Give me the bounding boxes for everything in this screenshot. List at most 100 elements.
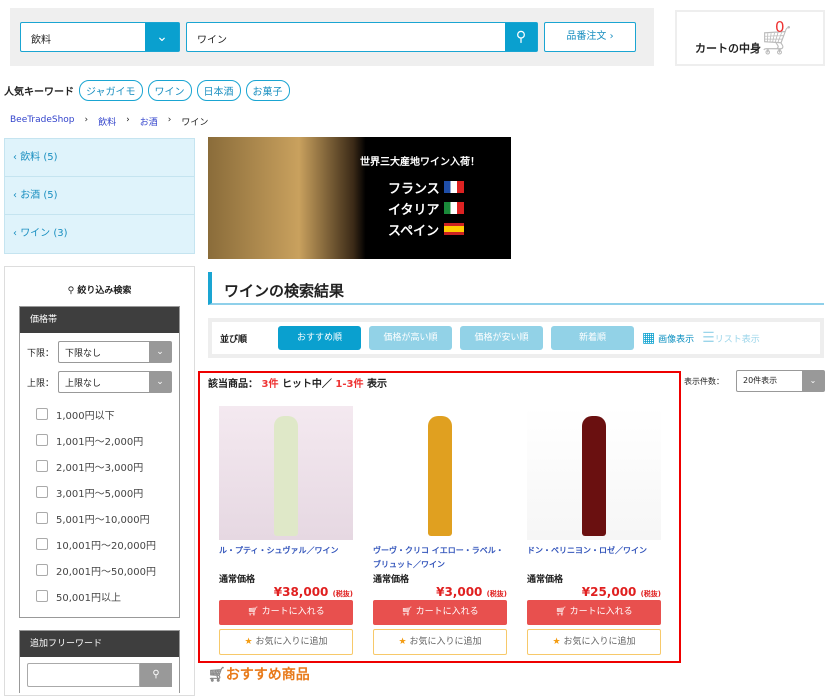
per-page-label: 表示件数：	[684, 377, 724, 386]
cart-label: カートの中身	[695, 42, 761, 55]
checkbox	[36, 538, 48, 550]
product-price: ¥25,000 (税抜)	[581, 585, 661, 599]
free-word-search-button[interactable]: ⚲	[140, 663, 172, 687]
checkbox	[36, 512, 48, 524]
product-image[interactable]	[219, 406, 353, 540]
breadcrumb-link[interactable]: BeeTradeShop	[10, 115, 75, 128]
chevron-down-icon: ⌄	[149, 372, 171, 392]
product-name[interactable]: ル・プティ・シュヴァル／ワイン	[219, 544, 353, 572]
product-name[interactable]: ヴーヴ・クリコ イエロー・ラベル・ブリュット／ワイン	[373, 544, 507, 572]
search-icon: ⚲	[67, 286, 75, 296]
sort-bar: 並び順 おすすめ順 価格が高い順 価格が安い順 新着順 ▦ 画像表示 ☰リスト表…	[208, 318, 824, 358]
keyword-pill[interactable]: ジャガイモ	[79, 80, 143, 101]
sort-price-high[interactable]: 価格が高い順	[369, 326, 452, 350]
keyword-pill[interactable]: 日本酒	[196, 80, 241, 101]
list-icon: ☰	[702, 330, 715, 346]
checkbox	[36, 460, 48, 472]
category-nav-item[interactable]: ‹ ワイン (3)	[5, 215, 194, 253]
result-count: 該当商品： 3件 ヒット中／ 1-3件 表示	[208, 379, 387, 390]
recommend-heading: 🛒︎おすすめ商品	[208, 667, 310, 683]
checkbox	[36, 486, 48, 498]
price-range-checkbox[interactable]: 3,001円～5,000円	[20, 479, 179, 505]
page-title: ワインの検索結果	[208, 272, 824, 305]
filter-panel: ⚲ 絞り込み検索 価格帯 下限： 下限なし ⌄ 上限： 上限なし ⌄ 1,000円以下 1…	[4, 266, 195, 696]
price-label: 通常価格	[219, 575, 256, 585]
checkbox	[36, 564, 48, 576]
product-price: ¥38,000 (税抜)	[273, 585, 353, 599]
breadcrumb: BeeTradeShop › 飲料 › お酒 › ワイン	[10, 115, 209, 128]
price-header: 価格帯	[20, 307, 179, 333]
flag-spain-icon	[443, 223, 464, 235]
price-range-checkbox[interactable]: 2,001円～3,000円	[20, 453, 179, 479]
star-icon: ★	[244, 637, 253, 647]
cart-count: 0	[775, 18, 785, 36]
breadcrumb-current: ワイン	[181, 118, 209, 128]
chevron-down-icon: ⌄	[802, 371, 824, 391]
cart-icon: 🛒︎	[555, 607, 567, 617]
checkbox	[36, 408, 48, 420]
view-image-button[interactable]: ▦ 画像表示	[642, 330, 694, 346]
upper-label: 上限：	[27, 378, 55, 389]
product-price: ¥3,000 (税抜)	[436, 585, 507, 599]
banner-country: スペイン	[388, 224, 440, 239]
product-card: ル・プティ・シュヴァル／ワイン 通常価格 ¥38,000 (税抜) 🛒︎ カート…	[219, 406, 353, 655]
product-name[interactable]: ドン・ペリニヨン・ロゼ／ワイン	[527, 544, 661, 572]
product-image[interactable]	[373, 406, 507, 540]
category-value: 飲料	[31, 35, 51, 46]
grid-icon: ▦	[642, 330, 656, 346]
category-nav-item[interactable]: ‹ お酒 (5)	[5, 177, 194, 215]
cart-icon: 🛒︎	[401, 607, 413, 617]
wine-banner[interactable]: 世界三大産地ワイン入荷！ フランス イタリア スペイン	[208, 137, 511, 259]
product-image[interactable]	[527, 406, 661, 540]
search-value: ワイン	[197, 35, 227, 46]
sort-recommended[interactable]: おすすめ順	[278, 326, 361, 350]
product-card: ヴーヴ・クリコ イエロー・ラベル・ブリュット／ワイン 通常価格 ¥3,000 (…	[373, 406, 507, 655]
add-to-cart-button[interactable]: 🛒︎ カートに入れる	[373, 600, 507, 625]
add-to-cart-button[interactable]: 🛒︎ カートに入れる	[219, 600, 353, 625]
per-page-select[interactable]: 20件表示 ⌄	[736, 370, 825, 392]
price-range-checkbox[interactable]: 50,001円以上	[20, 583, 179, 609]
popular-keywords: 人気キーワード ジャガイモ ワイン 日本酒 お菓子	[4, 80, 290, 101]
breadcrumb-link[interactable]: お酒	[140, 115, 158, 128]
search-input[interactable]: ワイン ⚲	[186, 22, 538, 52]
cart-icon: 🛒︎	[247, 607, 259, 617]
price-range-checkbox[interactable]: 1,000円以下	[20, 401, 179, 427]
keyword-pill[interactable]: ワイン	[147, 80, 192, 101]
category-select[interactable]: 飲料 ⌄	[20, 22, 180, 52]
category-nav-item[interactable]: ‹ 飲料 (5)	[5, 139, 194, 177]
lower-select[interactable]: 下限なし ⌄	[58, 341, 172, 363]
search-button[interactable]: ⚲	[505, 23, 537, 51]
part-order-button[interactable]: 品番注文 ›	[544, 22, 636, 52]
view-list-button[interactable]: ☰リスト表示	[702, 330, 760, 346]
checkbox	[36, 590, 48, 602]
breadcrumb-link[interactable]: 飲料	[98, 115, 116, 128]
flag-france-icon	[444, 181, 465, 193]
sort-price-low[interactable]: 価格が安い順	[460, 326, 543, 350]
price-range-checkbox[interactable]: 10,001円～20,000円	[20, 531, 179, 557]
product-card: ドン・ペリニヨン・ロゼ／ワイン 通常価格 ¥25,000 (税抜) 🛒︎ カート…	[527, 406, 661, 655]
price-range-checkbox[interactable]: 20,001円～50,000円	[20, 557, 179, 583]
checkbox	[36, 434, 48, 446]
add-favorite-button[interactable]: ★ お気に入りに追加	[527, 629, 661, 655]
keywords-label: 人気キーワード	[4, 87, 74, 98]
chevron-down-icon: ⌄	[145, 23, 179, 51]
cart-button[interactable]: カートの中身 🛒︎ 0	[675, 10, 825, 66]
keyword-pill[interactable]: お菓子	[245, 80, 290, 101]
cart-icon: 🛒︎	[208, 667, 226, 683]
banner-country: フランス	[388, 182, 440, 197]
free-word-input[interactable]	[27, 663, 140, 687]
filter-title: 絞り込み検索	[77, 286, 132, 296]
upper-select[interactable]: 上限なし ⌄	[58, 371, 172, 393]
add-to-cart-button[interactable]: 🛒︎ カートに入れる	[527, 600, 661, 625]
price-label: 通常価格	[527, 575, 564, 585]
chevron-down-icon: ⌄	[149, 342, 171, 362]
banner-country: イタリア	[388, 203, 440, 218]
add-favorite-button[interactable]: ★ お気に入りに追加	[373, 629, 507, 655]
price-label: 通常価格	[373, 575, 410, 585]
banner-headline: 世界三大産地ワイン入荷！	[360, 157, 480, 168]
flag-italy-icon	[444, 202, 465, 214]
price-range-checkbox[interactable]: 5,001円～10,000円	[20, 505, 179, 531]
add-favorite-button[interactable]: ★ お気に入りに追加	[219, 629, 353, 655]
price-range-checkbox[interactable]: 1,001円～2,000円	[20, 427, 179, 453]
sort-newest[interactable]: 新着順	[551, 326, 634, 350]
